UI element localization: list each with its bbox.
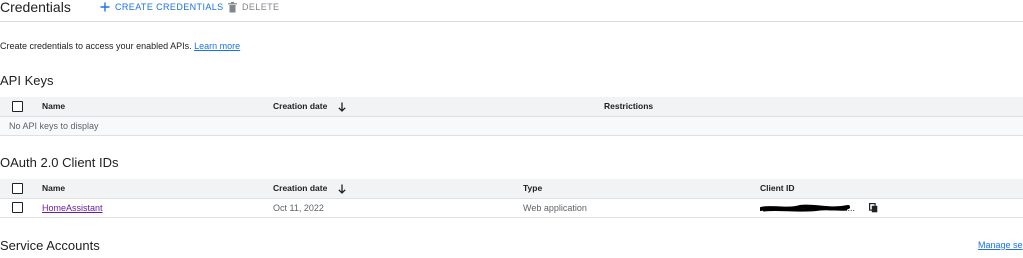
api-keys-col-creation-date-label: Creation date: [273, 101, 328, 111]
client-name-link[interactable]: HomeAssistant: [42, 199, 103, 217]
api-keys-col-name[interactable]: Name: [42, 97, 65, 116]
client-creation-date: Oct 11, 2022: [273, 203, 324, 213]
copy-icon[interactable]: [869, 203, 878, 213]
manage-service-accounts-link[interactable]: Manage se: [978, 240, 1023, 250]
oauth-bottom-divider: [0, 217, 1023, 218]
oauth-col-creation-date[interactable]: Creation date: [273, 179, 346, 198]
sort-arrow-down-icon: [338, 102, 346, 112]
api-keys-empty-row: No API keys to display: [0, 117, 1023, 135]
api-keys-title: API Keys: [0, 73, 54, 88]
intro-description: Create credentials to access your enable…: [0, 41, 192, 51]
plus-icon: [100, 2, 110, 12]
api-keys-select-all-checkbox[interactable]: [12, 101, 23, 112]
trash-icon: [228, 1, 237, 12]
oauth-title: OAuth 2.0 Client IDs: [0, 155, 119, 170]
oauth-col-client-id[interactable]: Client ID: [760, 179, 794, 198]
oauth-col-type[interactable]: Type: [523, 179, 542, 198]
api-keys-table-header: Name Creation date Restrictions: [0, 97, 1023, 116]
api-keys-empty-text: No API keys to display: [9, 121, 99, 131]
api-keys-col-restrictions[interactable]: Restrictions: [604, 97, 653, 116]
row-checkbox[interactable]: [12, 202, 23, 213]
table-row: HomeAssistant Oct 11, 2022 Web applicati…: [0, 199, 1023, 217]
api-keys-bottom-divider: [0, 135, 1023, 136]
client-name[interactable]: HomeAssistant: [42, 203, 103, 213]
create-credentials-button[interactable]: CREATE CREDENTIALS: [100, 0, 224, 14]
service-accounts-title: Service Accounts: [0, 238, 100, 253]
oauth-col-creation-date-label: Creation date: [273, 183, 328, 193]
redaction-mark: [760, 204, 850, 212]
client-type: Web application: [523, 203, 587, 213]
sort-arrow-down-icon: [338, 184, 346, 194]
page-title: Credentials: [0, 0, 71, 15]
oauth-table-header: Name Creation date Type Client ID: [0, 179, 1023, 198]
delete-label: DELETE: [242, 2, 280, 12]
oauth-col-name[interactable]: Name: [42, 179, 65, 198]
intro-text: Create credentials to access your enable…: [0, 40, 240, 52]
api-keys-col-creation-date[interactable]: Creation date: [273, 97, 346, 116]
create-credentials-label: CREATE CREDENTIALS: [115, 2, 224, 12]
toolbar-divider: [0, 21, 1023, 22]
learn-more-link[interactable]: Learn more: [194, 41, 240, 51]
oauth-select-all-checkbox[interactable]: [12, 183, 23, 194]
delete-button[interactable]: DELETE: [228, 0, 279, 14]
